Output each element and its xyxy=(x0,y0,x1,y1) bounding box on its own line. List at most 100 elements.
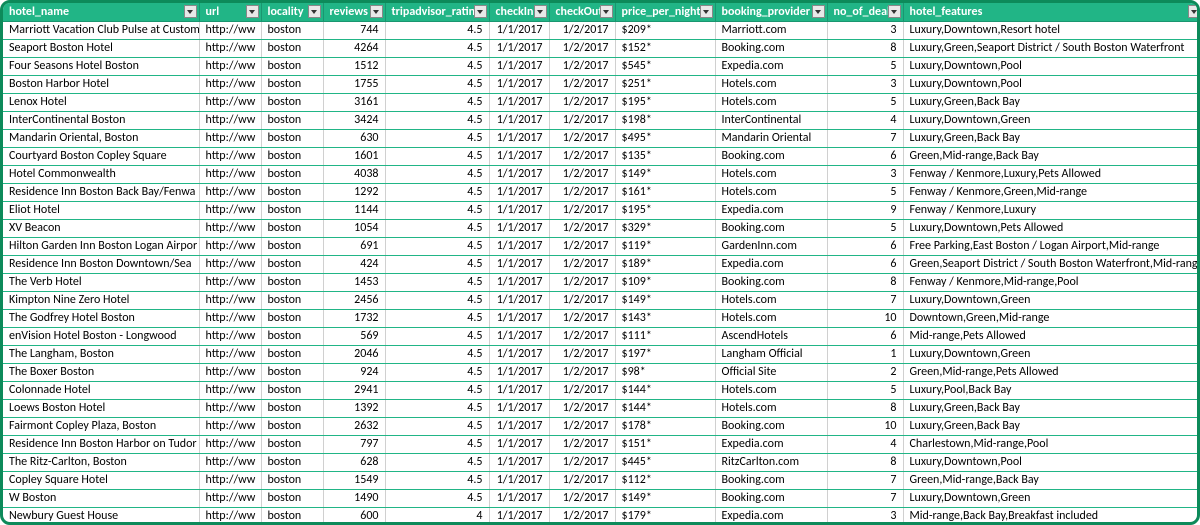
cell-no_of_deals[interactable]: 3 xyxy=(827,76,903,94)
cell-locality[interactable]: boston xyxy=(261,508,323,525)
cell-booking_provider[interactable]: Booking.com xyxy=(715,148,827,166)
cell-no_of_deals[interactable]: 10 xyxy=(827,310,903,328)
cell-hotel_features[interactable]: Luxury,Downtown,Green xyxy=(903,346,1200,364)
cell-reviews[interactable]: 3161 xyxy=(323,94,385,112)
cell-no_of_deals[interactable]: 6 xyxy=(827,256,903,274)
cell-locality[interactable]: boston xyxy=(261,202,323,220)
column-header-booking_provider[interactable]: booking_provider xyxy=(715,3,827,22)
cell-hotel_features[interactable]: Luxury,Green,Back Bay xyxy=(903,130,1200,148)
cell-reviews[interactable]: 1549 xyxy=(323,472,385,490)
cell-booking_provider[interactable]: Hotels.com xyxy=(715,292,827,310)
cell-hotel_features[interactable]: Luxury,Green,Back Bay xyxy=(903,418,1200,436)
cell-price_per_night[interactable]: $329* xyxy=(615,220,715,238)
cell-checkIn[interactable]: 1/1/2017 xyxy=(489,508,549,525)
cell-checkIn[interactable]: 1/1/2017 xyxy=(489,292,549,310)
cell-checkIn[interactable]: 1/1/2017 xyxy=(489,148,549,166)
cell-tripadvisor_rating[interactable]: 4.5 xyxy=(385,202,489,220)
cell-reviews[interactable]: 1601 xyxy=(323,148,385,166)
column-header-checkIn[interactable]: checkIn xyxy=(489,3,549,22)
cell-tripadvisor_rating[interactable]: 4.5 xyxy=(385,220,489,238)
cell-checkOut[interactable]: 1/2/2017 xyxy=(549,382,615,400)
column-header-hotel_features[interactable]: hotel_features xyxy=(903,3,1200,22)
cell-reviews[interactable]: 924 xyxy=(323,364,385,382)
cell-checkIn[interactable]: 1/1/2017 xyxy=(489,364,549,382)
table-row[interactable]: enVision Hotel Boston - Longwoodhttp://w… xyxy=(3,328,1200,346)
cell-hotel_name[interactable]: enVision Hotel Boston - Longwood xyxy=(3,328,199,346)
cell-hotel_features[interactable]: Fenway / Kenmore,Luxury,Pets Allowed xyxy=(903,166,1200,184)
cell-tripadvisor_rating[interactable]: 4.5 xyxy=(385,328,489,346)
cell-hotel_name[interactable]: Newbury Guest House xyxy=(3,508,199,525)
cell-reviews[interactable]: 628 xyxy=(323,454,385,472)
filter-dropdown-icon[interactable] xyxy=(812,5,825,18)
cell-hotel_name[interactable]: Mandarin Oriental, Boston xyxy=(3,130,199,148)
cell-hotel_features[interactable]: Mid-range,Pets Allowed xyxy=(903,328,1200,346)
cell-no_of_deals[interactable]: 3 xyxy=(827,508,903,525)
cell-booking_provider[interactable]: Hotels.com xyxy=(715,382,827,400)
cell-checkOut[interactable]: 1/2/2017 xyxy=(549,166,615,184)
cell-hotel_features[interactable]: Luxury,Downtown,Pets Allowed xyxy=(903,220,1200,238)
cell-checkIn[interactable]: 1/1/2017 xyxy=(489,400,549,418)
cell-url[interactable]: http://ww xyxy=(199,184,261,202)
cell-no_of_deals[interactable]: 4 xyxy=(827,436,903,454)
cell-hotel_name[interactable]: W Boston xyxy=(3,490,199,508)
column-header-tripadvisor_rating[interactable]: tripadvisor_rating xyxy=(385,3,489,22)
cell-no_of_deals[interactable]: 5 xyxy=(827,184,903,202)
cell-locality[interactable]: boston xyxy=(261,256,323,274)
cell-checkIn[interactable]: 1/1/2017 xyxy=(489,436,549,454)
cell-reviews[interactable]: 630 xyxy=(323,130,385,148)
cell-no_of_deals[interactable]: 8 xyxy=(827,400,903,418)
cell-locality[interactable]: boston xyxy=(261,292,323,310)
cell-price_per_night[interactable]: $545* xyxy=(615,58,715,76)
table-row[interactable]: The Verb Hotelhttp://wwboston14534.51/1/… xyxy=(3,274,1200,292)
cell-url[interactable]: http://ww xyxy=(199,328,261,346)
cell-hotel_name[interactable]: The Verb Hotel xyxy=(3,274,199,292)
cell-tripadvisor_rating[interactable]: 4.5 xyxy=(385,256,489,274)
cell-checkOut[interactable]: 1/2/2017 xyxy=(549,202,615,220)
cell-url[interactable]: http://ww xyxy=(199,454,261,472)
cell-url[interactable]: http://ww xyxy=(199,490,261,508)
cell-no_of_deals[interactable]: 8 xyxy=(827,40,903,58)
table-row[interactable]: Seaport Boston Hotelhttp://wwboston42644… xyxy=(3,40,1200,58)
cell-no_of_deals[interactable]: 8 xyxy=(827,274,903,292)
cell-checkOut[interactable]: 1/2/2017 xyxy=(549,472,615,490)
cell-hotel_name[interactable]: Hotel Commonwealth xyxy=(3,166,199,184)
cell-checkIn[interactable]: 1/1/2017 xyxy=(489,238,549,256)
cell-price_per_night[interactable]: $209* xyxy=(615,22,715,40)
cell-url[interactable]: http://ww xyxy=(199,364,261,382)
cell-url[interactable]: http://ww xyxy=(199,202,261,220)
cell-checkIn[interactable]: 1/1/2017 xyxy=(489,76,549,94)
cell-locality[interactable]: boston xyxy=(261,184,323,202)
table-row[interactable]: Residence Inn Boston Back Bay/Fenwahttp:… xyxy=(3,184,1200,202)
cell-reviews[interactable]: 2632 xyxy=(323,418,385,436)
table-row[interactable]: Loews Boston Hotelhttp://wwboston13924.5… xyxy=(3,400,1200,418)
cell-url[interactable]: http://ww xyxy=(199,238,261,256)
cell-tripadvisor_rating[interactable]: 4.5 xyxy=(385,436,489,454)
cell-no_of_deals[interactable]: 5 xyxy=(827,220,903,238)
cell-checkOut[interactable]: 1/2/2017 xyxy=(549,508,615,525)
cell-price_per_night[interactable]: $251* xyxy=(615,76,715,94)
cell-tripadvisor_rating[interactable]: 4.5 xyxy=(385,472,489,490)
cell-checkIn[interactable]: 1/1/2017 xyxy=(489,58,549,76)
cell-checkIn[interactable]: 1/1/2017 xyxy=(489,40,549,58)
cell-checkOut[interactable]: 1/2/2017 xyxy=(549,490,615,508)
cell-hotel_features[interactable]: Luxury,Downtown,Pool xyxy=(903,454,1200,472)
cell-hotel_name[interactable]: The Boxer Boston xyxy=(3,364,199,382)
cell-booking_provider[interactable]: Booking.com xyxy=(715,40,827,58)
cell-locality[interactable]: boston xyxy=(261,40,323,58)
cell-checkIn[interactable]: 1/1/2017 xyxy=(489,256,549,274)
cell-price_per_night[interactable]: $151* xyxy=(615,436,715,454)
cell-booking_provider[interactable]: Expedia.com xyxy=(715,436,827,454)
cell-hotel_name[interactable]: XV Beacon xyxy=(3,220,199,238)
filter-dropdown-icon[interactable] xyxy=(308,5,321,18)
table-row[interactable]: Colonnade Hotelhttp://wwboston29414.51/1… xyxy=(3,382,1200,400)
cell-url[interactable]: http://ww xyxy=(199,400,261,418)
cell-url[interactable]: http://ww xyxy=(199,436,261,454)
cell-price_per_night[interactable]: $197* xyxy=(615,346,715,364)
cell-tripadvisor_rating[interactable]: 4.5 xyxy=(385,76,489,94)
cell-price_per_night[interactable]: $495* xyxy=(615,130,715,148)
cell-price_per_night[interactable]: $111* xyxy=(615,328,715,346)
cell-locality[interactable]: boston xyxy=(261,58,323,76)
cell-url[interactable]: http://ww xyxy=(199,166,261,184)
cell-price_per_night[interactable]: $198* xyxy=(615,112,715,130)
cell-checkIn[interactable]: 1/1/2017 xyxy=(489,490,549,508)
